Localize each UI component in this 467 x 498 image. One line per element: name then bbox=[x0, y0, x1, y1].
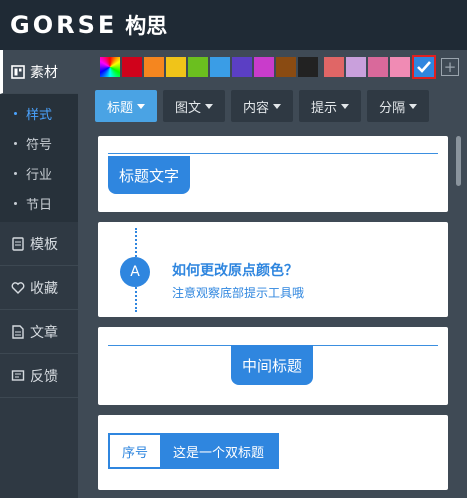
dot-badge: A bbox=[120, 257, 150, 287]
category-tabs: 标题 图文 内容 提示 分隔 bbox=[95, 90, 435, 122]
tab-label: 标题 bbox=[107, 100, 134, 116]
sub-item-industry[interactable]: 行业 bbox=[0, 158, 78, 188]
sidebar: 素材 样式 符号 行业 节日 模板 收藏 文章 反馈 bbox=[0, 50, 78, 498]
sub-item-symbol[interactable]: 符号 bbox=[0, 128, 78, 158]
tab-divider[interactable]: 分隔 bbox=[367, 90, 430, 122]
card-subtitle: 注意观察底部提示工具哦 bbox=[172, 286, 305, 300]
sidebar-item-label: 模板 bbox=[30, 236, 58, 253]
tab-title[interactable]: 标题 bbox=[95, 90, 158, 122]
sidebar-item-label: 反馈 bbox=[30, 368, 58, 385]
sub-item-label: 行业 bbox=[26, 167, 53, 183]
caret-down-icon bbox=[409, 103, 418, 109]
sidebar-item-label: 文章 bbox=[30, 324, 58, 341]
sub-item-style[interactable]: 样式 bbox=[0, 98, 78, 128]
color-swatch[interactable] bbox=[368, 57, 388, 77]
app-header: GORSE 构思 bbox=[0, 0, 467, 50]
image-icon bbox=[10, 64, 26, 80]
sidebar-item-label: 素材 bbox=[30, 64, 58, 81]
bullet-icon bbox=[14, 171, 17, 175]
tab-content[interactable]: 内容 bbox=[231, 90, 294, 122]
logo: GORSE bbox=[10, 11, 118, 39]
heart-icon bbox=[10, 280, 26, 296]
color-swatch[interactable] bbox=[122, 57, 142, 77]
sidebar-sub-list: 样式 符号 行业 节日 bbox=[0, 94, 78, 222]
title-tag: 标题文字 bbox=[108, 156, 191, 194]
color-swatch[interactable] bbox=[390, 57, 410, 77]
logo-cn: 构思 bbox=[125, 14, 168, 38]
bullet-icon bbox=[14, 141, 17, 145]
tab-label: 分隔 bbox=[379, 100, 406, 116]
caret-down-icon bbox=[137, 103, 146, 109]
sidebar-item-feedback[interactable]: 反馈 bbox=[0, 354, 78, 398]
checkmark-icon bbox=[417, 61, 431, 73]
card-title: 如何更改原点颜色？ bbox=[172, 263, 298, 279]
bullet-icon bbox=[14, 111, 17, 115]
scrollbar[interactable] bbox=[456, 136, 461, 186]
tab-tip[interactable]: 提示 bbox=[299, 90, 362, 122]
sidebar-item-favorite[interactable]: 收藏 bbox=[0, 266, 78, 310]
tab-label: 内容 bbox=[243, 100, 270, 116]
caret-down-icon bbox=[341, 103, 350, 109]
title-tag: 中间标题 bbox=[231, 345, 314, 385]
article-icon bbox=[10, 324, 26, 340]
color-swatch[interactable] bbox=[276, 57, 296, 77]
style-card-title-center[interactable]: 中间标题 bbox=[98, 327, 448, 405]
tab-label: 提示 bbox=[311, 100, 338, 116]
color-swatch-rainbow[interactable] bbox=[100, 57, 120, 77]
style-card-title-left[interactable]: 标题文字 bbox=[98, 136, 448, 212]
add-color-button[interactable]: + bbox=[441, 58, 459, 76]
style-card-list: 标题文字 A 如何更改原点颜色？ 注意观察底部提示工具哦 中间标题 序号 这是一… bbox=[98, 136, 448, 498]
sub-item-label: 样式 bbox=[26, 107, 53, 123]
color-swatch-selected[interactable] bbox=[412, 55, 436, 79]
feedback-icon bbox=[10, 368, 26, 384]
color-swatch[interactable] bbox=[166, 57, 186, 77]
sidebar-item-label: 收藏 bbox=[30, 280, 58, 297]
caret-down-icon bbox=[205, 103, 214, 109]
plus-icon: + bbox=[443, 58, 457, 76]
number-label: 序号 bbox=[110, 435, 161, 467]
sub-item-label: 节日 bbox=[26, 197, 53, 213]
bullet-icon bbox=[14, 201, 17, 205]
sidebar-item-template[interactable]: 模板 bbox=[0, 222, 78, 266]
color-swatch[interactable] bbox=[144, 57, 164, 77]
color-swatch[interactable] bbox=[254, 57, 274, 77]
template-icon bbox=[10, 236, 26, 252]
sidebar-item-material[interactable]: 素材 bbox=[0, 50, 78, 94]
color-swatch[interactable] bbox=[188, 57, 208, 77]
style-card-dot-title[interactable]: A 如何更改原点颜色？ 注意观察底部提示工具哦 bbox=[98, 222, 448, 317]
color-swatch[interactable] bbox=[346, 57, 366, 77]
color-swatch[interactable] bbox=[232, 57, 252, 77]
color-swatch[interactable] bbox=[210, 57, 230, 77]
sub-item-festival[interactable]: 节日 bbox=[0, 188, 78, 218]
divider-line bbox=[108, 153, 438, 154]
style-card-double-title[interactable]: 序号 这是一个双标题 bbox=[98, 415, 448, 490]
color-palette: + bbox=[100, 55, 459, 79]
sub-item-label: 符号 bbox=[26, 137, 53, 153]
tab-label: 图文 bbox=[175, 100, 202, 116]
double-title-box: 序号 这是一个双标题 bbox=[108, 433, 280, 469]
color-swatch[interactable] bbox=[324, 57, 344, 77]
caret-down-icon bbox=[273, 103, 282, 109]
tab-image-text[interactable]: 图文 bbox=[163, 90, 226, 122]
double-title-text: 这是一个双标题 bbox=[160, 435, 278, 467]
sidebar-item-article[interactable]: 文章 bbox=[0, 310, 78, 354]
color-swatch[interactable] bbox=[298, 57, 318, 77]
